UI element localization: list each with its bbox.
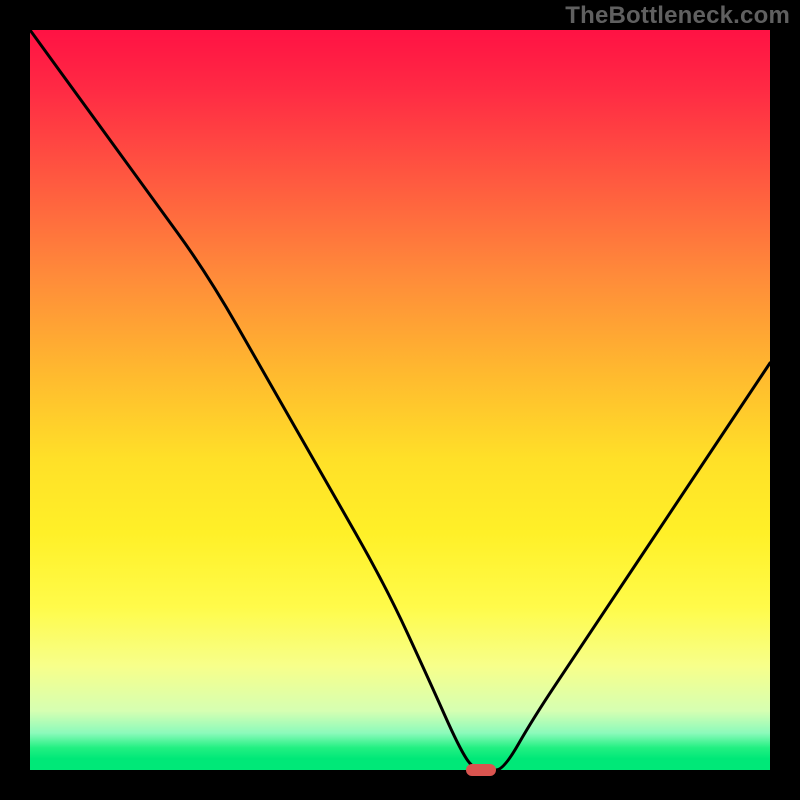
plot-area — [30, 30, 770, 770]
bottleneck-curve — [30, 30, 770, 770]
optimum-marker — [466, 764, 496, 776]
chart-frame: TheBottleneck.com — [0, 0, 800, 800]
watermark-text: TheBottleneck.com — [565, 2, 790, 30]
